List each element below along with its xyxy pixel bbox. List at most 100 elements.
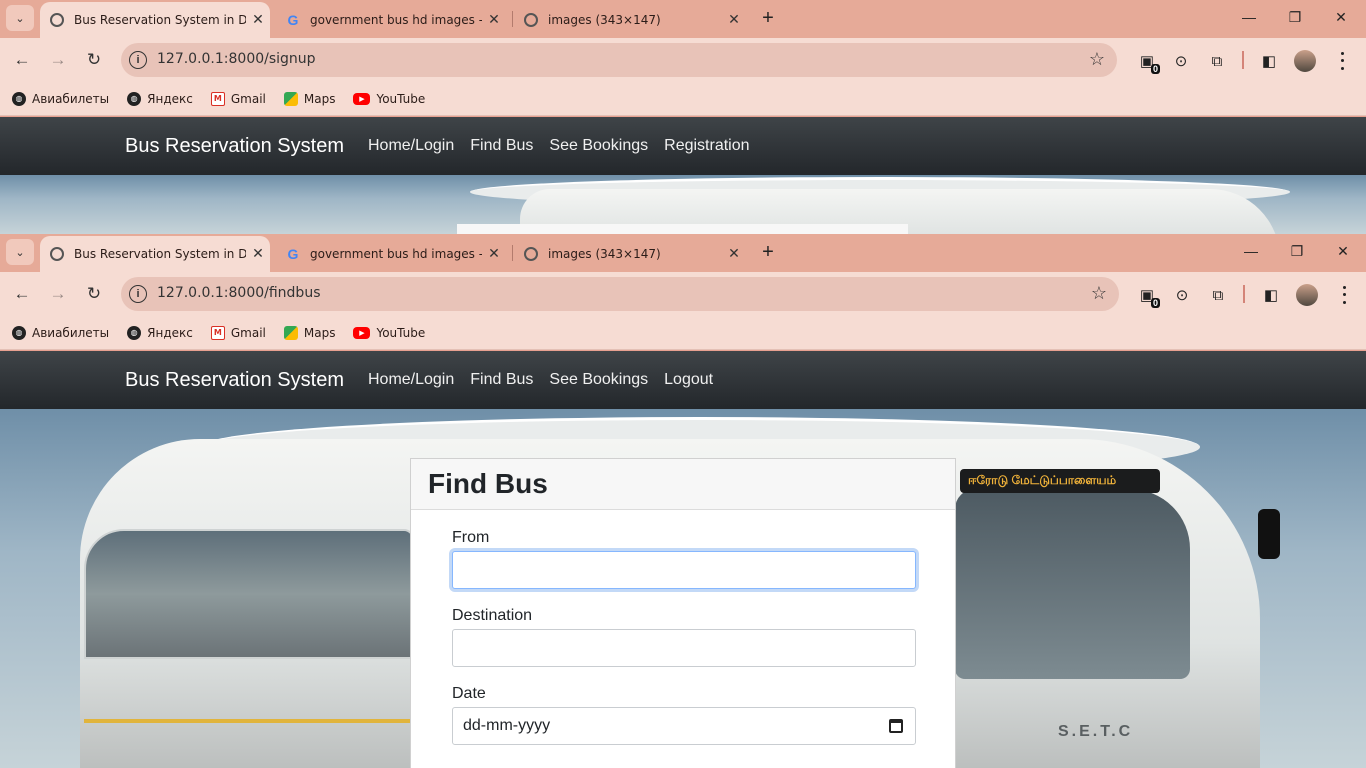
extensions-badge-icon[interactable]: ▣ 0 [1136,50,1160,74]
url-text[interactable]: 127.0.0.1:8000/findbus [157,285,321,301]
form-card-edge [457,224,908,234]
tab-google-images[interactable]: G government bus hd images - G ✕ [276,2,506,38]
devtools-icon[interactable]: ⊙ [1171,284,1193,306]
menu-icon[interactable] [1338,284,1350,306]
bookmark-star-icon[interactable]: ☆ [1091,283,1107,304]
close-tab-icon[interactable]: ✕ [722,246,746,262]
app-navbar: Bus Reservation System Home/Login Find B… [0,117,1366,175]
tab-images[interactable]: images (343×147) ✕ [514,2,746,38]
tab-title: government bus hd images - G [310,13,482,27]
tab-title: Bus Reservation System in Djan [74,13,246,27]
browser-window-findbus: ⌄ Bus Reservation System in Djan ✕ G gov… [0,234,1366,768]
site-info-icon[interactable]: i [129,285,147,303]
new-tab-button[interactable]: + [754,4,782,32]
nav-find-bus[interactable]: Find Bus [470,137,533,155]
tab-divider [512,245,513,261]
gmail-icon: M [210,91,225,106]
close-tab-icon[interactable]: ✕ [246,12,270,28]
reload-icon[interactable]: ↻ [82,282,106,306]
navbar-brand[interactable]: Bus Reservation System [125,135,344,158]
globe-icon [50,13,64,27]
sidebar-icon[interactable]: ◧ [1258,50,1280,72]
url-text[interactable]: 127.0.0.1:8000/signup [157,51,316,67]
tab-search-button[interactable]: ⌄ [6,5,34,31]
tab-search-button[interactable]: ⌄ [6,239,34,265]
close-window-button[interactable]: ✕ [1320,234,1366,268]
app-navbar: Bus Reservation System Home/Login Find B… [0,351,1366,409]
nav-home-login[interactable]: Home/Login [368,371,454,389]
bookmark-yandex[interactable]: ◍ Яндекс [127,325,193,340]
close-tab-icon[interactable]: ✕ [246,246,270,262]
close-window-button[interactable]: ✕ [1318,0,1364,34]
date-placeholder: dd-mm-yyyy [463,717,551,734]
bookmark-gmail[interactable]: M Gmail [210,91,266,106]
restore-button[interactable]: ❐ [1274,234,1320,268]
toolbar-divider [1243,285,1245,303]
close-tab-icon[interactable]: ✕ [482,246,506,262]
bookmark-gmail[interactable]: M Gmail [210,325,266,340]
bookmark-maps[interactable]: Maps [283,325,335,340]
tab-bus-reservation[interactable]: Bus Reservation System in Djan ✕ [40,236,270,272]
bus-windshield [955,489,1190,679]
back-arrow-icon[interactable]: ← [10,48,34,72]
site-info-icon[interactable]: i [129,51,147,69]
nav-find-bus[interactable]: Find Bus [470,371,533,389]
globe-icon: ◍ [127,91,142,106]
nav-see-bookings[interactable]: See Bookings [549,371,648,389]
tab-title: government bus hd images - G [310,247,482,261]
close-tab-icon[interactable]: ✕ [722,12,746,28]
nav-registration[interactable]: Registration [664,137,749,155]
tab-google-images[interactable]: G government bus hd images - G ✕ [276,236,506,272]
forward-arrow-icon[interactable]: → [46,48,70,72]
tab-strip: ⌄ Bus Reservation System in Djan ✕ G gov… [0,234,1366,272]
bus-side-window [84,529,414,659]
minimize-button[interactable]: — [1228,234,1274,268]
profile-avatar[interactable] [1294,50,1316,72]
maps-icon [283,91,298,106]
date-label: Date [452,685,486,702]
bookmark-aviabilety[interactable]: ◍ Авиабилеты [12,325,109,340]
nav-logout[interactable]: Logout [664,371,713,389]
profile-avatar[interactable] [1296,284,1318,306]
browser-toolbar: ← → ↻ i 127.0.0.1:8000/findbus ☆ ▣ 0 ⊙ ⧉ … [0,272,1366,316]
devtools-icon[interactable]: ⊙ [1170,50,1192,72]
restore-button[interactable]: ❐ [1272,0,1318,34]
bookmark-youtube[interactable]: ▶ YouTube [353,326,425,340]
nav-home-login[interactable]: Home/Login [368,137,454,155]
address-bar[interactable]: i 127.0.0.1:8000/signup ☆ [121,43,1117,77]
bookmark-yandex[interactable]: ◍ Яндекс [127,91,193,106]
puzzle-icon[interactable]: ⧉ [1206,50,1228,72]
card-title: Find Bus [411,459,955,510]
close-tab-icon[interactable]: ✕ [482,12,506,28]
google-icon: G [287,12,299,28]
destination-input[interactable] [452,629,916,667]
globe-icon: ◍ [12,91,26,106]
nav-see-bookings[interactable]: See Bookings [549,137,648,155]
tab-title: Bus Reservation System in Djan [74,247,246,261]
date-input[interactable]: dd-mm-yyyy [452,707,916,745]
tab-strip: ⌄ Bus Reservation System in Djan ✕ G gov… [0,0,1366,38]
tab-bus-reservation[interactable]: Bus Reservation System in Djan ✕ [40,2,270,38]
calendar-icon[interactable] [889,719,903,733]
bookmarks-bar: ◍ Авиабилеты ◍ Яндекс M Gmail Maps ▶ YouTube [0,82,1366,116]
puzzle-icon[interactable]: ⧉ [1207,284,1229,306]
reload-icon[interactable]: ↻ [82,48,106,72]
tab-images[interactable]: images (343×147) ✕ [514,236,746,272]
extensions-badge-icon[interactable]: ▣ 0 [1136,284,1160,308]
back-arrow-icon[interactable]: ← [10,282,34,306]
browser-toolbar: ← → ↻ i 127.0.0.1:8000/signup ☆ ▣ 0 ⊙ ⧉ ◧ [0,38,1366,82]
bookmark-youtube[interactable]: ▶ YouTube [353,92,425,106]
maps-icon [283,325,298,340]
address-bar[interactable]: i 127.0.0.1:8000/findbus ☆ [121,277,1119,311]
bookmark-aviabilety[interactable]: ◍ Авиабилеты [12,91,109,106]
globe-icon [50,247,64,261]
forward-arrow-icon[interactable]: → [46,282,70,306]
minimize-button[interactable]: — [1226,0,1272,34]
bookmark-star-icon[interactable]: ☆ [1089,49,1105,70]
bookmark-maps[interactable]: Maps [283,91,335,106]
navbar-brand[interactable]: Bus Reservation System [125,369,344,392]
from-input[interactable] [452,551,916,589]
menu-icon[interactable] [1336,50,1348,72]
sidebar-icon[interactable]: ◧ [1260,284,1282,306]
new-tab-button[interactable]: + [754,238,782,266]
